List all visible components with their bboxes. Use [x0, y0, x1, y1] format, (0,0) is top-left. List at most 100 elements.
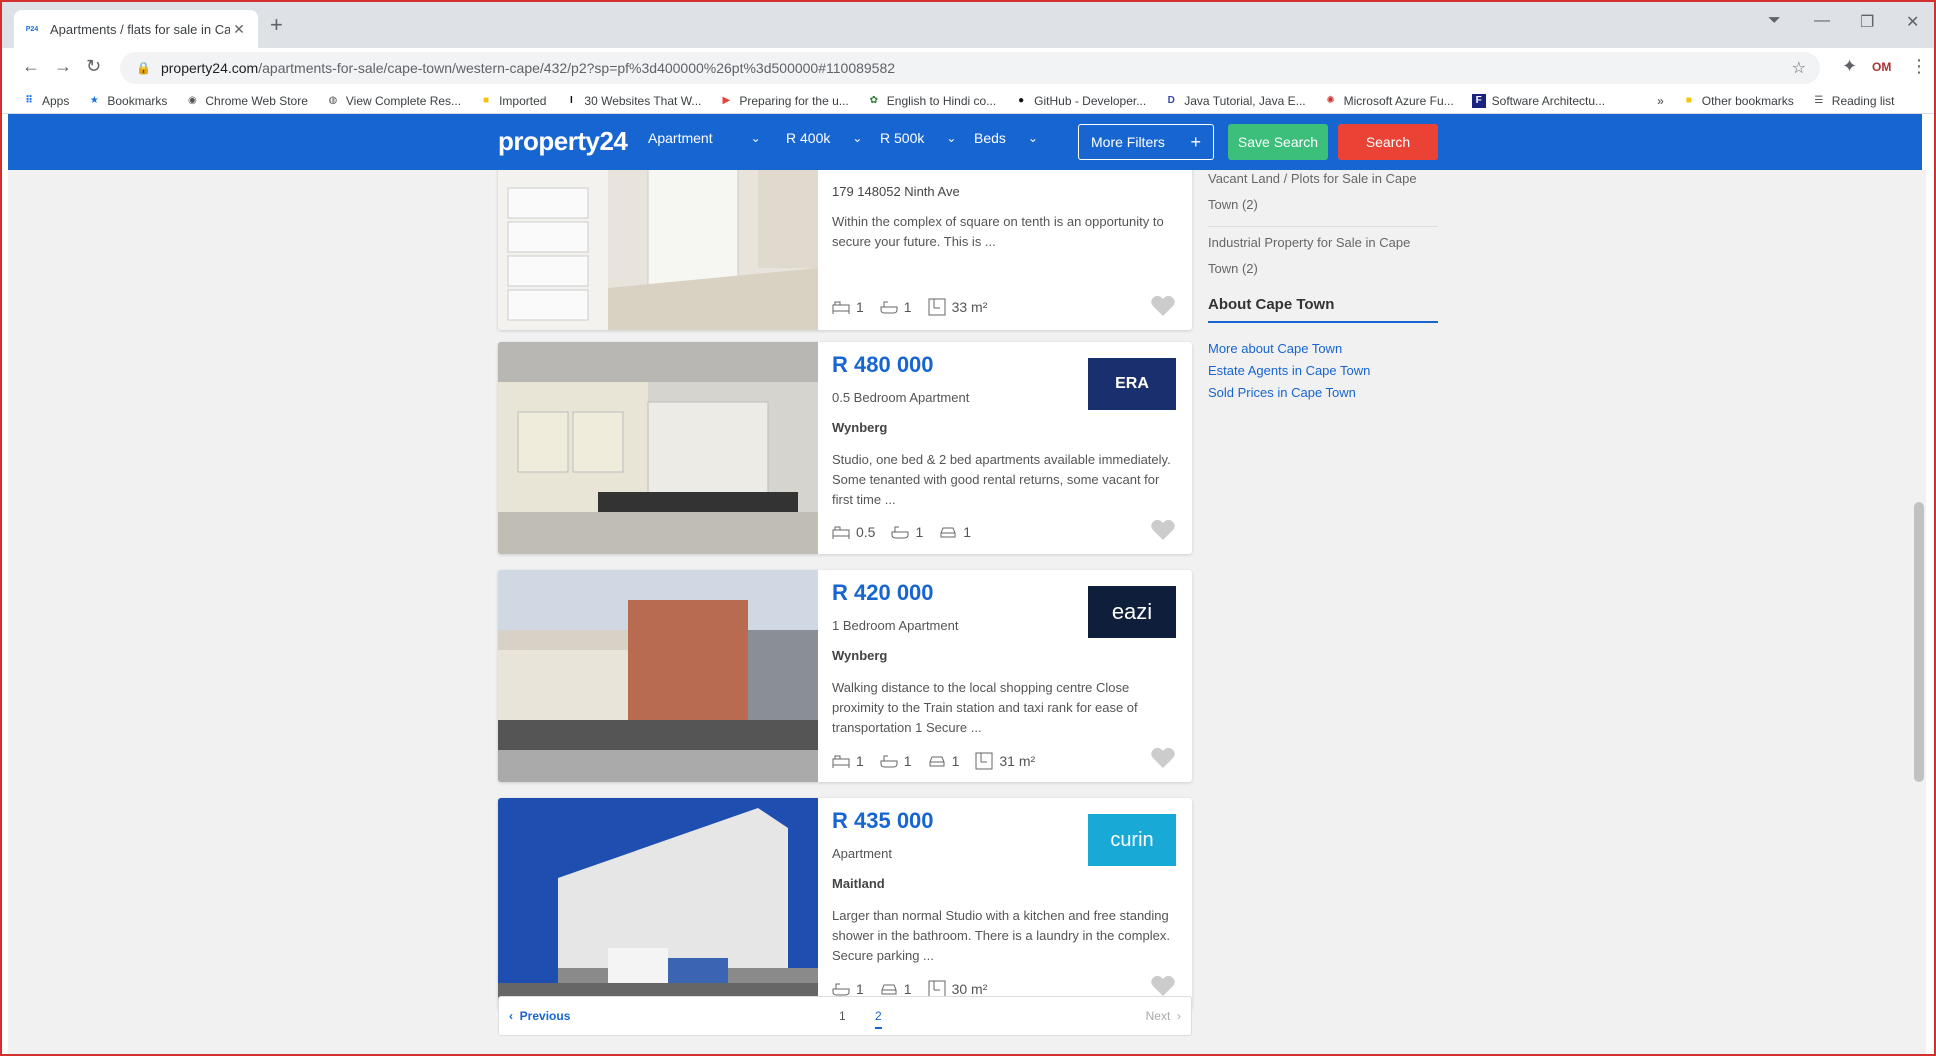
- bookmark-bookmarks[interactable]: ★ Bookmarks: [87, 94, 168, 108]
- listing-card[interactable]: R 480 000 0.5 Bedroom Apartment Wynberg …: [498, 342, 1192, 554]
- listing-photo[interactable]: [498, 570, 818, 782]
- restore-icon[interactable]: ❐: [1860, 12, 1874, 32]
- listing-card[interactable]: 179 148052 Ninth Ave Within the complex …: [498, 170, 1192, 330]
- forward-icon[interactable]: →: [54, 56, 72, 77]
- bookmark-imported[interactable]: ■ Imported: [479, 94, 546, 108]
- listing-photo[interactable]: [498, 170, 818, 330]
- sidebar-vacant-land-link[interactable]: Vacant Land / Plots for Sale in Cape Tow…: [1208, 170, 1438, 218]
- minimize-icon[interactable]: —: [1814, 12, 1830, 30]
- reload-icon[interactable]: ↻: [86, 56, 101, 77]
- avatar[interactable]: OM: [1872, 60, 1891, 74]
- scrollbar-thumb[interactable]: [1914, 502, 1924, 782]
- github-icon: ●: [1018, 95, 1025, 106]
- max-price-select[interactable]: R 500k ⌄: [880, 130, 956, 146]
- bookmark-apps[interactable]: ⠿ Apps: [22, 94, 69, 108]
- bookmark-java-tutorial[interactable]: D Java Tutorial, Java E...: [1164, 94, 1306, 108]
- menu-icon[interactable]: ⋮: [1910, 56, 1928, 77]
- listing-card[interactable]: R 435 000 Apartment Maitland Larger than…: [498, 798, 1192, 1010]
- bookmark-azure[interactable]: ✺ Microsoft Azure Fu...: [1324, 93, 1454, 108]
- listing-info: 179 148052 Ninth Ave Within the complex …: [832, 170, 1180, 330]
- listing-price: R 480 000: [832, 352, 934, 377]
- favourite-heart-icon[interactable]: [1150, 518, 1176, 542]
- profile-dropdown-icon[interactable]: ⏷: [1768, 12, 1781, 30]
- previous-page-button[interactable]: ‹ Previous: [509, 1009, 570, 1023]
- bookmarks-overflow[interactable]: »: [1657, 94, 1664, 108]
- url-path: /apartments-for-sale/cape-town/western-c…: [258, 60, 896, 76]
- overflow-chevron-icon: »: [1657, 93, 1664, 108]
- browser-tab[interactable]: P24 Apartments / flats for sale in Cap ✕: [14, 10, 258, 48]
- listing-features: 0.5 1 1: [832, 524, 987, 540]
- bathrooms-count: 1: [856, 981, 864, 997]
- listing-description: Studio, one bed & 2 bed apartments avail…: [832, 452, 1171, 507]
- agency-logo-era[interactable]: ERA: [1088, 358, 1176, 410]
- bedrooms-feature: 0.5: [832, 524, 875, 540]
- listing-suburb: Wynberg: [832, 420, 888, 435]
- favourite-heart-icon[interactable]: [1150, 746, 1176, 770]
- close-tab-icon[interactable]: ✕: [230, 21, 248, 38]
- floor-size-icon: [975, 752, 993, 770]
- chrome-icon: ◉: [188, 95, 197, 106]
- next-page-button[interactable]: Next ›: [1146, 1009, 1181, 1023]
- listing-info: R 420 000 1 Bedroom Apartment Wynberg Wa…: [832, 570, 1180, 782]
- bookmark-github[interactable]: ● GitHub - Developer...: [1014, 94, 1146, 108]
- other-bookmarks[interactable]: ■ Other bookmarks: [1682, 94, 1794, 108]
- bedrooms-count: 0.5: [856, 524, 876, 540]
- agency-name: curin: [1110, 828, 1154, 851]
- reading-list[interactable]: ☰ Reading list: [1812, 94, 1894, 108]
- chevron-right-icon: ›: [1170, 1009, 1181, 1023]
- listing-photo[interactable]: [498, 798, 818, 1010]
- min-price-select[interactable]: R 400k ⌄: [786, 130, 862, 146]
- bookmark-label: 30 Websites That W...: [584, 93, 702, 108]
- bookmark-star-icon[interactable]: ☆: [1792, 58, 1806, 78]
- listing-info: R 435 000 Apartment Maitland Larger than…: [832, 798, 1180, 1010]
- agency-logo-eazi[interactable]: eazi: [1088, 586, 1176, 638]
- listing-card[interactable]: R 420 000 1 Bedroom Apartment Wynberg Wa…: [498, 570, 1192, 782]
- bookmark-30-websites[interactable]: I 30 Websites That W...: [564, 94, 701, 108]
- parking-feature: 1: [939, 524, 971, 540]
- floor-size-feature: 33 m²: [928, 298, 987, 316]
- sidebar-industrial-link[interactable]: Industrial Property for Sale in Cape Tow…: [1208, 230, 1438, 282]
- chevron-down-icon: ⌄: [852, 131, 863, 145]
- floor-size-icon: [928, 298, 946, 316]
- agency-logo-curin[interactable]: curin: [1088, 814, 1176, 866]
- page-2-button[interactable]: 2: [875, 1009, 882, 1029]
- close-window-icon[interactable]: ✕: [1906, 12, 1919, 32]
- more-filters-button[interactable]: More Filters +: [1078, 124, 1214, 160]
- listing-type: Apartment: [832, 846, 892, 861]
- bookmark-software-arch[interactable]: F Software Architectu...: [1471, 93, 1605, 108]
- save-search-button[interactable]: Save Search: [1228, 124, 1328, 160]
- new-tab-icon[interactable]: +: [270, 14, 283, 36]
- listing-suburb: Wynberg: [832, 648, 888, 663]
- bed-icon: [832, 526, 850, 539]
- beds-select[interactable]: Beds ⌄: [974, 130, 1038, 146]
- tab-strip: P24 Apartments / flats for sale in Cap ✕…: [2, 2, 1934, 48]
- bookmark-label: Preparing for the u...: [739, 93, 849, 108]
- favourite-heart-icon[interactable]: [1150, 974, 1176, 998]
- parking-count: 1: [951, 753, 960, 769]
- listing-price: R 435 000: [832, 808, 934, 833]
- bookmark-english-hindi[interactable]: ✿ English to Hindi co...: [867, 94, 997, 108]
- chevron-down-icon: ⌄: [946, 131, 957, 145]
- bookmark-label: Microsoft Azure Fu...: [1343, 93, 1454, 108]
- extensions-icon[interactable]: ✦: [1842, 56, 1857, 77]
- favourite-heart-icon[interactable]: [1150, 294, 1176, 318]
- address-bar[interactable]: 🔒 property24.com /apartments-for-sale/ca…: [120, 52, 1820, 84]
- bookmark-label: Apps: [42, 93, 70, 108]
- floor-size-value: 30 m²: [951, 981, 988, 997]
- bookmark-view-complete[interactable]: ◍ View Complete Res...: [326, 93, 462, 108]
- page-1-button[interactable]: 1: [839, 1009, 846, 1023]
- bookmark-chrome-web-store[interactable]: ◉ Chrome Web Store: [185, 94, 308, 108]
- property-type-select[interactable]: Apartment ⌄: [648, 130, 761, 146]
- parking-count: 1: [963, 524, 972, 540]
- property-type-label: Apartment: [648, 130, 713, 146]
- property24-logo[interactable]: property24: [498, 126, 628, 157]
- f-icon: F: [1471, 93, 1486, 108]
- lock-icon: 🔒: [136, 61, 151, 75]
- bookmark-label: View Complete Res...: [345, 93, 462, 108]
- back-icon[interactable]: ←: [22, 56, 40, 77]
- bookmark-preparing[interactable]: ▶ Preparing for the u...: [719, 93, 849, 108]
- folder-icon: ■: [483, 95, 490, 106]
- sidebar-sold-prices-link[interactable]: Sold Prices in Cape Town: [1208, 380, 1438, 406]
- listing-photo[interactable]: [498, 342, 818, 554]
- search-button[interactable]: Search: [1338, 124, 1438, 160]
